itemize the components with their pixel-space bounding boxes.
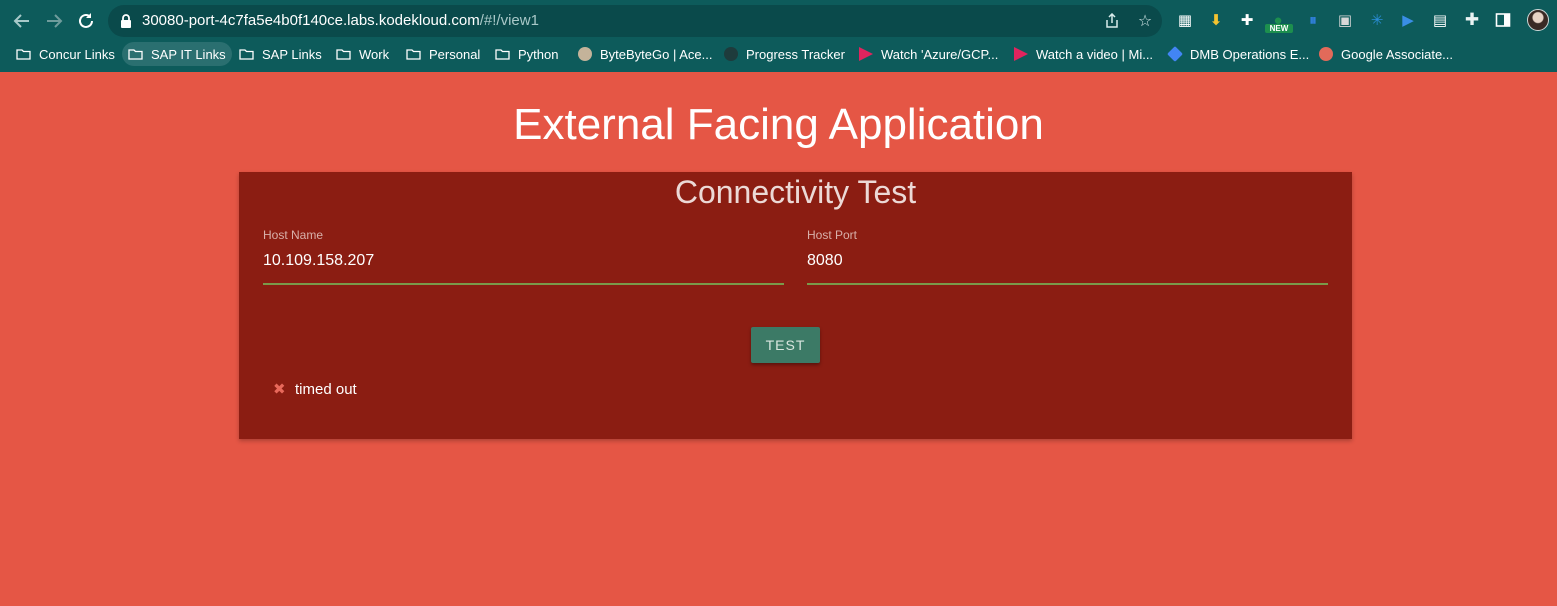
site-favicon-icon <box>1014 47 1028 61</box>
bookmark-concur-links[interactable]: Concur Links <box>10 42 121 66</box>
connectivity-test-card: Connectivity Test Host Name Host Port TE… <box>239 172 1352 439</box>
bookmark-label: Work <box>359 46 390 62</box>
bookmark-sap-it-links[interactable]: SAP IT Links <box>122 42 232 66</box>
reload-button[interactable] <box>73 8 99 34</box>
result-text: timed out <box>295 380 357 398</box>
test-result: ✖ timed out <box>273 380 357 399</box>
bookmark-label: Concur Links <box>39 46 115 62</box>
bookmark-progress-tracker[interactable]: Progress Tracker <box>718 42 851 66</box>
bookmark-work[interactable]: Work <box>330 42 395 66</box>
bookmark-label: Watch 'Azure/GCP... <box>881 46 999 62</box>
host-port-label: Host Port <box>807 228 858 242</box>
folder-icon <box>336 49 351 60</box>
site-favicon-icon <box>1319 47 1333 61</box>
download-extension-icon[interactable]: ⬇ <box>1207 11 1225 29</box>
bookmarks-bar: Concur Links SAP IT Links SAP Links Work Per… <box>0 40 1557 66</box>
host-name-input[interactable] <box>263 252 784 270</box>
arrow-left-icon <box>13 14 29 28</box>
back-button[interactable] <box>9 8 35 34</box>
bookmark-watch-a-video-mi[interactable]: Watch a video | Mi... <box>1008 42 1159 66</box>
site-favicon-icon <box>578 47 592 61</box>
url-text[interactable]: 30080-port-4c7fa5e4b0f140ce.labs.kodeklo… <box>142 12 539 29</box>
doc-extension-icon[interactable]: ▤ <box>1431 11 1449 29</box>
bookmark-star-icon[interactable]: ☆ <box>1135 11 1155 31</box>
pause-extension-icon[interactable]: ⏸ <box>1304 11 1322 29</box>
bookmark-label: Watch a video | Mi... <box>1036 46 1154 62</box>
star-burst-extension-icon[interactable]: ✳ <box>1368 11 1386 29</box>
tile-extension-icon[interactable]: ▣ <box>1336 11 1354 29</box>
site-favicon-icon <box>1167 46 1183 62</box>
share-icon[interactable] <box>1102 11 1122 31</box>
browser-chrome: 30080-port-4c7fa5e4b0f140ce.labs.kodeklo… <box>0 0 1557 72</box>
bookmark-personal[interactable]: Personal <box>400 42 486 66</box>
folder-icon <box>495 49 510 60</box>
bookmark-watch-azure-gcp[interactable]: Watch 'Azure/GCP... <box>853 42 1004 66</box>
bookmark-label: SAP IT Links <box>151 46 226 62</box>
plus-extension-icon[interactable]: ✚ <box>1238 11 1256 29</box>
site-favicon-icon <box>724 47 738 61</box>
card-title: Connectivity Test <box>674 174 917 210</box>
lock-icon <box>121 14 131 28</box>
host-name-label: Host Name <box>263 228 324 242</box>
bookmark-python[interactable]: Python <box>489 42 564 66</box>
url-host: 30080-port-4c7fa5e4b0f140ce.labs.kodeklo… <box>142 12 480 29</box>
bookmark-label: Google Associate... <box>1341 46 1454 62</box>
profile-avatar[interactable] <box>1527 9 1549 31</box>
bookmark-dmb-operations-e[interactable]: DMB Operations E... <box>1162 42 1315 66</box>
extensions-puzzle-icon[interactable]: ✚ <box>1463 10 1481 29</box>
bookmark-label: DMB Operations E... <box>1190 46 1310 62</box>
browser-toolbar: 30080-port-4c7fa5e4b0f140ce.labs.kodeklo… <box>0 0 1557 40</box>
play-extension-icon[interactable]: ▶ <box>1399 11 1417 29</box>
bookmark-label: Python <box>518 46 559 62</box>
qr-extension-icon[interactable]: ▦ <box>1176 11 1194 29</box>
forward-button[interactable] <box>41 8 67 34</box>
folder-icon <box>16 49 31 60</box>
url-path: /#!/view1 <box>479 12 539 29</box>
host-port-input[interactable] <box>807 252 1328 270</box>
bookmark-label: ByteByteGo | Ace... <box>600 46 713 62</box>
bookmark-sap-links[interactable]: SAP Links <box>233 42 328 66</box>
host-port-field[interactable]: Host Port <box>807 228 1328 285</box>
page-title: External Facing Application <box>513 100 1044 149</box>
bookmark-label: Progress Tracker <box>746 46 845 62</box>
bookmark-label: SAP Links <box>262 46 322 62</box>
site-favicon-icon <box>859 47 873 61</box>
folder-icon <box>239 49 254 60</box>
arrow-right-icon <box>47 14 63 28</box>
bookmark-label: Personal <box>429 46 481 62</box>
folder-icon <box>406 49 421 60</box>
test-button[interactable]: TEST <box>751 327 820 363</box>
folder-icon <box>128 49 143 60</box>
side-panel-icon[interactable] <box>1494 11 1512 29</box>
bookmark-bytebytego-ace[interactable]: ByteByteGo | Ace... <box>572 42 719 66</box>
host-name-field[interactable]: Host Name <box>263 228 784 285</box>
error-x-icon: ✖ <box>273 381 286 398</box>
new-badge: NEW <box>1265 24 1293 33</box>
reload-icon <box>79 13 93 28</box>
address-bar[interactable]: 30080-port-4c7fa5e4b0f140ce.labs.kodeklo… <box>108 5 1162 37</box>
bookmark-google-associate[interactable]: Google Associate... <box>1313 42 1459 66</box>
